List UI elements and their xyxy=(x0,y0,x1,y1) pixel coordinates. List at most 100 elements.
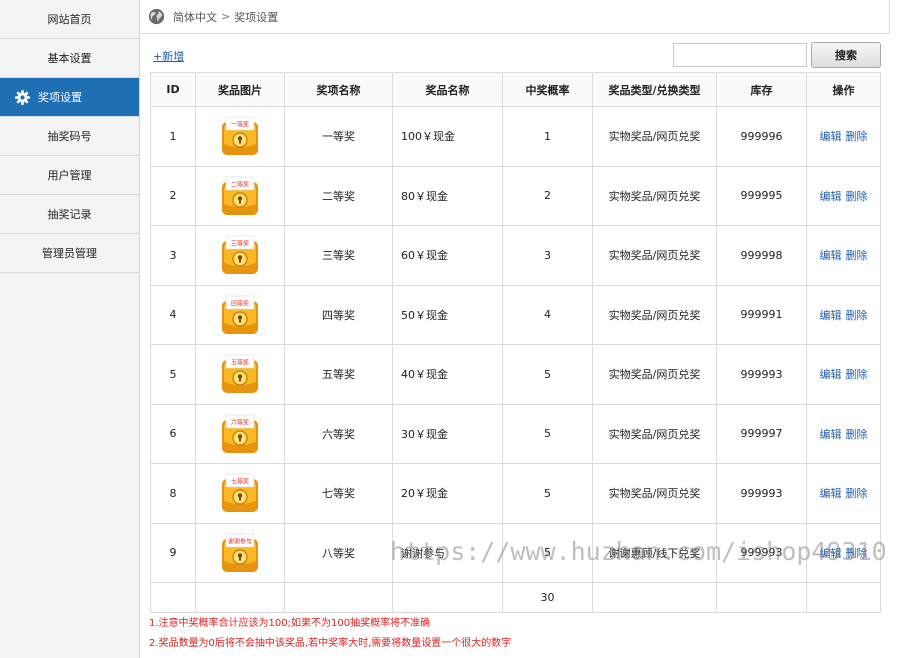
table-row: 4 四等奖 四等奖 50￥现金 4 实物奖品/网页兑奖 999991 编辑 删除 xyxy=(150,284,881,345)
delete-link[interactable]: 删除 xyxy=(846,428,868,441)
column-header: 奖品名称 xyxy=(392,72,503,107)
cell-image: 谢谢参与 xyxy=(195,522,285,583)
cell-id: 9 xyxy=(150,522,196,583)
delete-link[interactable]: 删除 xyxy=(846,130,868,143)
cell-id: 5 xyxy=(150,344,196,405)
sidebar-item-lottery-codes[interactable]: 抽奖码号 xyxy=(0,117,139,156)
cell-prize: 50￥现金 xyxy=(392,284,503,345)
prize-box-icon: 六等奖 xyxy=(222,414,258,453)
cell-image: 七等奖 xyxy=(195,463,285,524)
sidebar-item-prize-settings[interactable]: 奖项设置 xyxy=(0,78,139,117)
breadcrumb: 简体中文 > 奖项设置 xyxy=(140,0,890,34)
edit-link[interactable]: 编辑 xyxy=(820,428,842,441)
cell-id: 8 xyxy=(150,463,196,524)
breadcrumb-lang[interactable]: 简体中文 xyxy=(173,9,217,25)
cell-image: 六等奖 xyxy=(195,403,285,464)
cell-stock: 999993 xyxy=(716,522,807,583)
cell-level: 五等奖 xyxy=(284,344,393,405)
cell-id: 2 xyxy=(150,165,196,226)
sidebar-item-label: 抽奖码号 xyxy=(47,130,92,143)
prize-table: ID 奖品图片 奖项名称 奖品名称 中奖概率 奖品类型/兑换类型 库存 操作 1 xyxy=(150,72,881,613)
cell-type: 实物奖品/网页兑奖 xyxy=(592,463,717,524)
sidebar-item-lottery-records[interactable]: 抽奖记录 xyxy=(0,195,139,234)
cell-level: 三等奖 xyxy=(284,225,393,286)
prize-ribbon-text: 二等奖 xyxy=(231,180,249,188)
cell-type: 谢谢惠顾/线下兑奖 xyxy=(592,522,717,583)
cell-id: 3 xyxy=(150,225,196,286)
notes: 1.注意中奖概率合计应该为100;如果不为100抽奖概率将不准确 2.奖品数量为… xyxy=(149,614,511,654)
search-input[interactable] xyxy=(673,43,807,67)
summary-cell xyxy=(284,582,393,613)
search-button[interactable]: 搜索 xyxy=(811,42,881,68)
delete-link[interactable]: 删除 xyxy=(846,249,868,262)
delete-link[interactable]: 删除 xyxy=(846,190,868,203)
cell-prize: 30￥现金 xyxy=(392,403,503,464)
sidebar-item-label: 基本设置 xyxy=(47,52,92,65)
prize-box-icon: 谢谢参与 xyxy=(222,533,258,572)
table-row: 1 一等奖 一等奖 100￥现金 1 实物奖品/网页兑奖 999996 编辑 删… xyxy=(150,106,881,167)
edit-link[interactable]: 编辑 xyxy=(820,130,842,143)
column-header: ID xyxy=(150,72,196,107)
table-header-row: ID 奖品图片 奖项名称 奖品名称 中奖概率 奖品类型/兑换类型 库存 操作 xyxy=(150,72,881,107)
prize-ribbon-text: 三等奖 xyxy=(231,240,249,248)
breadcrumb-current: 奖项设置 xyxy=(234,10,279,24)
cell-probability: 1 xyxy=(502,106,593,167)
sidebar-item-home[interactable]: 网站首页 xyxy=(0,0,139,39)
column-header: 奖品类型/兑换类型 xyxy=(592,72,717,107)
delete-link[interactable]: 删除 xyxy=(846,309,868,322)
cell-stock: 999995 xyxy=(716,165,807,226)
summary-row: 30 xyxy=(150,582,881,613)
delete-link[interactable]: 删除 xyxy=(846,368,868,381)
delete-link[interactable]: 删除 xyxy=(846,547,868,560)
cell-stock: 999993 xyxy=(716,344,807,405)
sidebar-item-basic-settings[interactable]: 基本设置 xyxy=(0,39,139,78)
sidebar-item-label: 网站首页 xyxy=(47,13,92,26)
column-header: 库存 xyxy=(716,72,807,107)
column-header: 奖品图片 xyxy=(195,72,285,107)
edit-link[interactable]: 编辑 xyxy=(820,190,842,203)
summary-cell xyxy=(716,582,807,613)
prize-ribbon-text: 谢谢参与 xyxy=(228,537,252,545)
cell-stock: 999991 xyxy=(716,284,807,345)
edit-link[interactable]: 编辑 xyxy=(820,249,842,262)
table-row: 2 二等奖 二等奖 80￥现金 2 实物奖品/网页兑奖 999995 编辑 删除 xyxy=(150,165,881,226)
cell-actions: 编辑 删除 xyxy=(806,106,881,167)
note-line: 1.注意中奖概率合计应该为100;如果不为100抽奖概率将不准确 xyxy=(149,618,431,629)
summary-cell xyxy=(592,582,717,613)
main-content: 简体中文 > 奖项设置 +新增 搜索 ID 奖品图片 奖项名称 奖品名称 中奖概… xyxy=(140,0,900,658)
cell-actions: 编辑 删除 xyxy=(806,344,881,405)
prize-box-icon: 三等奖 xyxy=(222,235,258,275)
cell-level: 八等奖 xyxy=(284,522,393,583)
cell-actions: 编辑 删除 xyxy=(806,463,881,524)
column-header: 中奖概率 xyxy=(502,72,593,107)
cell-probability: 3 xyxy=(502,225,593,286)
cell-actions: 编辑 删除 xyxy=(806,165,881,226)
cell-prize: 40￥现金 xyxy=(392,344,503,405)
cell-probability: 5 xyxy=(502,403,593,464)
prize-box-icon: 七等奖 xyxy=(222,473,258,513)
cell-probability: 4 xyxy=(502,284,593,345)
sidebar-item-user-management[interactable]: 用户管理 xyxy=(0,156,139,195)
cell-prize: 60￥现金 xyxy=(392,225,503,286)
cell-level: 六等奖 xyxy=(284,403,393,464)
cell-stock: 999997 xyxy=(716,403,807,464)
edit-link[interactable]: 编辑 xyxy=(820,309,842,322)
table-row: 3 三等奖 三等奖 60￥现金 3 实物奖品/网页兑奖 999998 编辑 删除 xyxy=(150,225,881,286)
sidebar-item-admin-management[interactable]: 管理员管理 xyxy=(0,234,139,273)
cell-stock: 999998 xyxy=(716,225,807,286)
summary-cell xyxy=(195,582,285,613)
cell-actions: 编辑 删除 xyxy=(806,403,881,464)
cell-type: 实物奖品/网页兑奖 xyxy=(592,165,717,226)
edit-link[interactable]: 编辑 xyxy=(820,487,842,500)
edit-link[interactable]: 编辑 xyxy=(820,547,842,560)
note-line: 2.奖品数量为0后将不会抽中该奖品,若中奖率大时,需要将数量设置一个很大的数字 xyxy=(149,638,512,649)
cell-image: 一等奖 xyxy=(195,106,285,167)
add-new-link[interactable]: +新增 xyxy=(153,48,184,64)
delete-link[interactable]: 删除 xyxy=(846,487,868,500)
edit-link[interactable]: 编辑 xyxy=(820,368,842,381)
sidebar-item-label: 用户管理 xyxy=(47,169,92,182)
cell-probability: 5 xyxy=(502,344,593,405)
probability-total: 30 xyxy=(502,582,593,613)
cell-type: 实物奖品/网页兑奖 xyxy=(592,225,717,286)
cell-prize: 80￥现金 xyxy=(392,165,503,226)
